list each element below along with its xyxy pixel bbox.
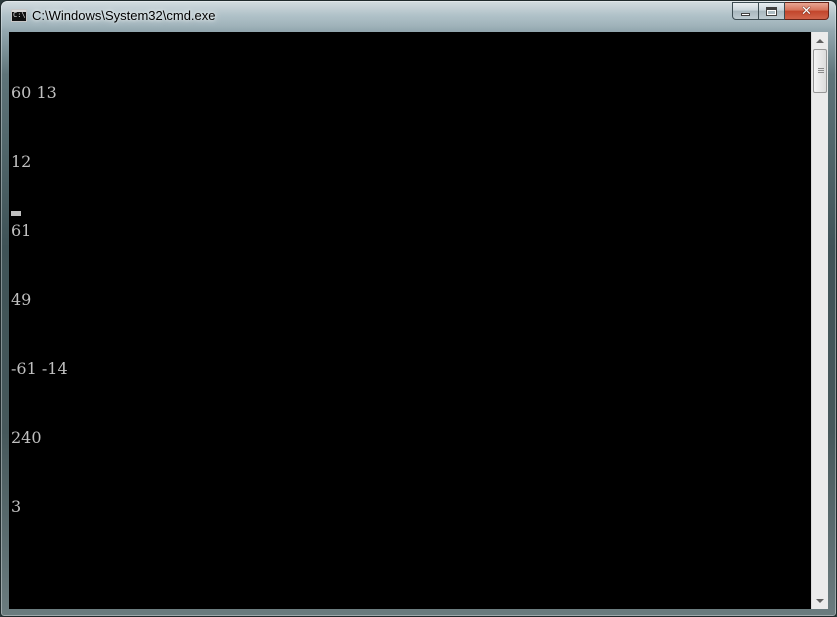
- console-line: 49: [11, 290, 32, 309]
- minimize-icon: [741, 12, 750, 16]
- text-cursor: [11, 211, 21, 216]
- minimize-button[interactable]: [732, 2, 759, 20]
- maximize-icon: [766, 6, 777, 16]
- close-icon: ✕: [801, 3, 812, 19]
- cmd-icon[interactable]: C:\: [11, 9, 27, 22]
- console-line: 3: [11, 497, 22, 516]
- console-line: 12: [11, 152, 32, 171]
- caption-buttons: ✕: [732, 2, 829, 20]
- scroll-up-button[interactable]: [812, 32, 828, 49]
- maximize-button[interactable]: [759, 2, 785, 20]
- close-button[interactable]: ✕: [785, 2, 829, 20]
- console-line: 61: [11, 221, 32, 240]
- console-area[interactable]: 60 13 12 61 49 -61 -14 240 3: [9, 32, 811, 609]
- console-output: 60 13 12 61 49 -61 -14 240 3: [11, 35, 68, 564]
- arrow-down-icon: [816, 598, 824, 603]
- console-line: -61 -14: [11, 359, 68, 378]
- cmd-icon-text: C:\: [13, 11, 26, 19]
- scroll-down-button[interactable]: [812, 592, 828, 609]
- console-line: 60 13: [11, 83, 57, 102]
- scroll-thumb[interactable]: [813, 49, 827, 93]
- grip-line: [818, 70, 824, 71]
- cmd-window: C:\ C:\Windows\System32\cmd.exe ✕ 60 13 …: [0, 0, 837, 617]
- vertical-scrollbar[interactable]: [811, 32, 828, 609]
- grip-line: [818, 68, 824, 69]
- console-line: 240: [11, 428, 42, 447]
- arrow-up-icon: [816, 38, 824, 43]
- window-title: C:\Windows\System32\cmd.exe: [32, 8, 216, 23]
- grip-line: [818, 72, 824, 73]
- title-bar[interactable]: C:\ C:\Windows\System32\cmd.exe ✕: [1, 1, 836, 32]
